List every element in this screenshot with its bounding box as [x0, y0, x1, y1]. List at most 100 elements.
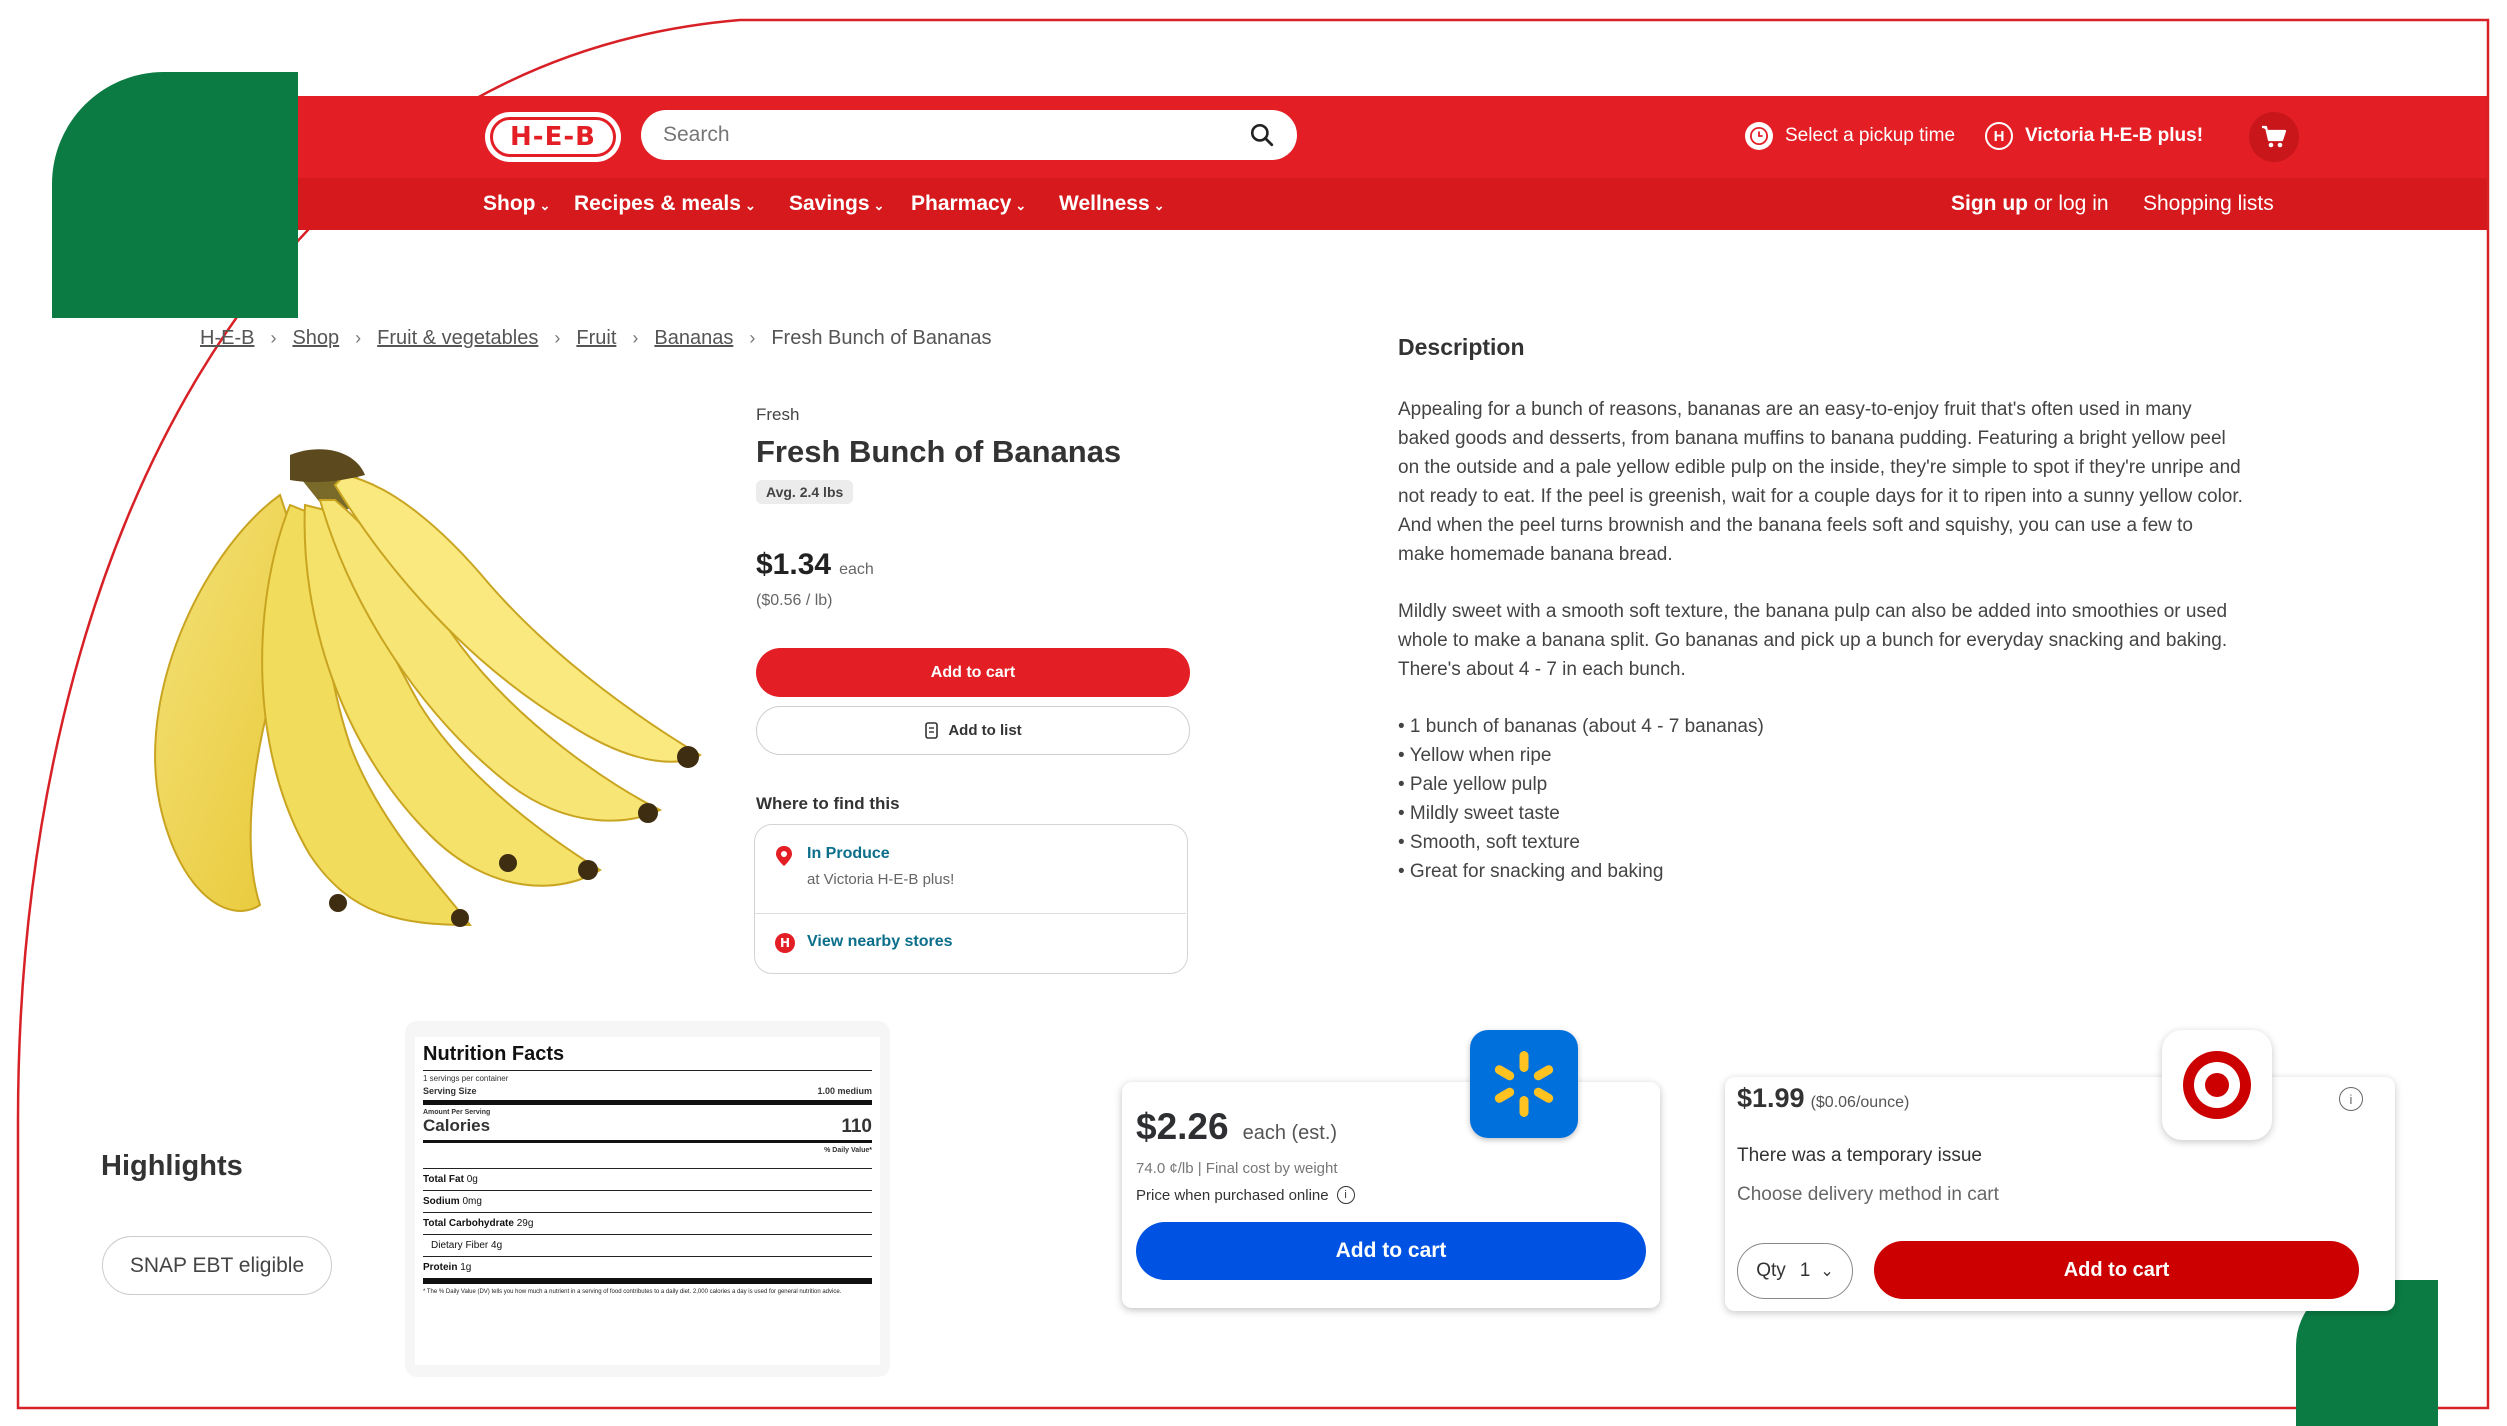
header-bar: H-E-B Search Select a pickup time H Vict… — [297, 96, 2487, 178]
log-in-link[interactable]: or log in — [2028, 192, 2109, 215]
price-value: $1.34 — [756, 548, 832, 581]
breadcrumb: H-E-B › Shop › Fruit & vegetables › Fruit › … — [200, 327, 991, 350]
add-to-cart-button[interactable]: Add to cart — [756, 648, 1190, 697]
bullet-item: • Great for snacking and baking — [1398, 861, 1664, 882]
target-add-to-cart-button[interactable]: Add to cart — [1874, 1241, 2359, 1299]
account-links: Sign up or log in — [1951, 192, 2109, 216]
description-title: Description — [1398, 334, 1525, 360]
chevron-down-icon: ⌄ — [1820, 1263, 1834, 1280]
cart-icon — [2262, 125, 2287, 148]
bullet-item: • Pale yellow pulp — [1398, 774, 1548, 795]
chevron-right-icon: › — [355, 328, 362, 348]
info-icon[interactable]: i — [2339, 1087, 2363, 1111]
breadcrumb-heb[interactable]: H-E-B — [200, 327, 254, 350]
description-paragraph: Appealing for a bunch of reasons, banana… — [1398, 399, 2243, 565]
list-icon — [925, 721, 939, 739]
breadcrumb-bananas[interactable]: Bananas — [654, 327, 733, 350]
nutrition-footnote: * The % Daily Value (DV) tells you how m… — [423, 1289, 842, 1295]
product-brand: Fresh — [756, 405, 800, 424]
walmart-spark-icon — [1494, 1051, 1554, 1117]
total-fat-row: Total Fat 0g — [423, 1168, 872, 1190]
pickup-time-button[interactable]: Select a pickup time — [1745, 122, 1955, 150]
nutrition-title: Nutrition Facts — [423, 1043, 872, 1071]
search-placeholder: Search — [663, 123, 730, 146]
chevron-right-icon: › — [270, 328, 277, 348]
bullet-item: • Smooth, soft texture — [1398, 832, 1580, 853]
walmart-price-card: $2.26 each (est.) 74.0 ¢/lb | Final cost… — [1122, 1082, 1660, 1308]
product-image-bananas — [154, 449, 702, 927]
walmart-logo — [1470, 1030, 1578, 1138]
store-selector[interactable]: H Victoria H-E-B plus! — [1985, 122, 2203, 150]
amount-per-serving: Amount Per Serving — [423, 1109, 491, 1116]
nav-pharmacy[interactable]: Pharmacy ⌄ — [911, 192, 1026, 216]
bullet-item: • Yellow when ripe — [1398, 745, 1552, 766]
nav-savings[interactable]: Savings ⌄ — [789, 192, 884, 216]
where-to-find-title: Where to find this — [756, 794, 900, 813]
daily-value-header: % Daily Value* — [824, 1147, 872, 1154]
logo-text: H-E-B — [490, 117, 616, 157]
add-to-list-button[interactable]: Add to list — [756, 706, 1190, 755]
target-price-card: $1.99 ($0.06/ounce) i There was a tempor… — [1725, 1077, 2395, 1311]
description-paragraph: Mildly sweet with a smooth soft texture,… — [1398, 601, 2228, 680]
chevron-right-icon: › — [632, 328, 639, 348]
product-title: Fresh Bunch of Bananas — [756, 434, 1122, 469]
sodium-row: Sodium 0mg — [423, 1190, 872, 1212]
shopping-lists-link[interactable]: Shopping lists — [2143, 192, 2274, 216]
view-nearby-stores-link[interactable]: View nearby stores — [807, 933, 953, 951]
servings-per-container: 1 servings per container — [423, 1074, 509, 1083]
price-unit: each — [839, 561, 874, 578]
snap-ebt-chip: SNAP EBT eligible — [102, 1236, 332, 1295]
heb-store-icon: H — [775, 933, 795, 953]
dietary-fiber-row: Dietary Fiber 4g — [423, 1234, 872, 1256]
heb-store-icon: H — [1985, 122, 2013, 150]
cart-button[interactable] — [2249, 112, 2299, 162]
search-icon[interactable] — [1249, 122, 1275, 148]
nutrition-facts-panel: Nutrition Facts 1 servings per container… — [405, 1021, 890, 1377]
main-nav: Shop ⌄ Recipes & meals ⌄ Savings ⌄ Pharmacy… — [297, 178, 2487, 230]
calories-row: Calories 110 — [423, 1116, 872, 1143]
chevron-right-icon: › — [749, 328, 756, 348]
target-logo — [2162, 1030, 2272, 1140]
walmart-unit-price: 74.0 ¢/lb | Final cost by weight — [1136, 1160, 1338, 1177]
store-location-box: In Produce at Victoria H-E-B plus! H Vie… — [754, 824, 1188, 974]
nav-recipes-meals[interactable]: Recipes & meals ⌄ — [574, 192, 756, 216]
qty-select[interactable]: Qty 1 ⌄ — [1737, 1243, 1853, 1299]
divider — [755, 913, 1186, 914]
location-subtitle: at Victoria H-E-B plus! — [807, 871, 955, 888]
clock-icon — [1745, 122, 1773, 150]
breadcrumb-fruit[interactable]: Fruit — [576, 327, 616, 350]
sign-up-link[interactable]: Sign up — [1951, 192, 2028, 215]
walmart-add-to-cart-button[interactable]: Add to cart — [1136, 1222, 1646, 1280]
highlights-title: Highlights — [101, 1150, 243, 1182]
product-price: $1.34 each — [756, 548, 874, 582]
pickup-label: Select a pickup time — [1785, 125, 1956, 146]
info-icon[interactable]: i — [1336, 1186, 1355, 1204]
unit-price: ($0.56 / lb) — [756, 592, 833, 609]
breadcrumb-fruit-vegetables[interactable]: Fruit & vegetables — [377, 327, 538, 350]
add-to-list-label: Add to list — [948, 722, 1022, 739]
description-body: Appealing for a bunch of reasons, banana… — [1398, 395, 2244, 886]
nav-shop[interactable]: Shop ⌄ — [483, 192, 550, 216]
target-issue-text: There was a temporary issue — [1737, 1145, 1982, 1166]
serving-size-row: Serving Size 1.00 medium — [423, 1086, 872, 1105]
location-pin-icon — [776, 846, 792, 866]
target-delivery-text: Choose delivery method in cart — [1737, 1184, 1999, 1205]
store-label: Victoria H-E-B plus! — [2025, 125, 2204, 146]
nav-wellness[interactable]: Wellness ⌄ — [1059, 192, 1165, 216]
total-carbohydrate-row: Total Carbohydrate 29g — [423, 1212, 872, 1234]
bullet-item: • Mildly sweet taste — [1398, 803, 1560, 824]
bullet-item: • 1 bunch of bananas (about 4 - 7 banana… — [1398, 716, 1764, 737]
breadcrumb-shop[interactable]: Shop — [292, 327, 339, 350]
decorative-green-block — [52, 72, 298, 318]
target-price: $1.99 ($0.06/ounce) — [1737, 1083, 1910, 1113]
heb-logo[interactable]: H-E-B — [485, 112, 621, 162]
protein-row: Protein 1g — [423, 1256, 872, 1284]
description-bullets: • 1 bunch of bananas (about 4 - 7 banana… — [1398, 712, 2244, 886]
walmart-price: $2.26 each (est.) — [1136, 1106, 1338, 1147]
target-bullseye-icon — [2183, 1051, 2251, 1119]
breadcrumb-current: Fresh Bunch of Bananas — [771, 327, 992, 349]
location-title[interactable]: In Produce — [807, 845, 890, 863]
search-input[interactable]: Search — [641, 110, 1297, 160]
weight-badge: Avg. 2.4 lbs — [756, 480, 854, 504]
walmart-online-note: Price when purchased online i — [1136, 1186, 1355, 1204]
